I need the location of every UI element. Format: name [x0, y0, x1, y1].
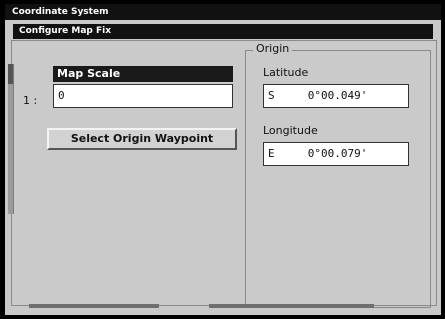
longitude-label: Longitude: [263, 124, 318, 137]
configure-map-fix-title: Configure Map Fix: [13, 24, 433, 39]
bottom-scrollbar-track-left[interactable]: [29, 304, 159, 308]
map-scale-input[interactable]: 0: [53, 84, 233, 108]
latitude-input[interactable]: S 0°00.049': [263, 84, 409, 108]
origin-caption: Origin: [253, 42, 293, 55]
bottom-scrollbar[interactable]: [19, 304, 435, 310]
select-origin-waypoint-button[interactable]: Select Origin Waypoint: [47, 128, 237, 150]
bottom-scrollbar-track-right[interactable]: [209, 304, 374, 308]
coordinate-system-window: Coordinate System Configure Map Fix 1 : …: [5, 4, 441, 315]
left-scrollbar[interactable]: [8, 64, 14, 214]
window-title: Coordinate System: [5, 4, 441, 20]
latitude-label: Latitude: [263, 66, 309, 79]
scale-ratio-prefix: 1 :: [23, 94, 38, 107]
map-scale-label: Map Scale: [53, 66, 233, 82]
longitude-input[interactable]: E 0°00.079': [263, 142, 409, 166]
left-scrollbar-thumb[interactable]: [8, 64, 13, 84]
